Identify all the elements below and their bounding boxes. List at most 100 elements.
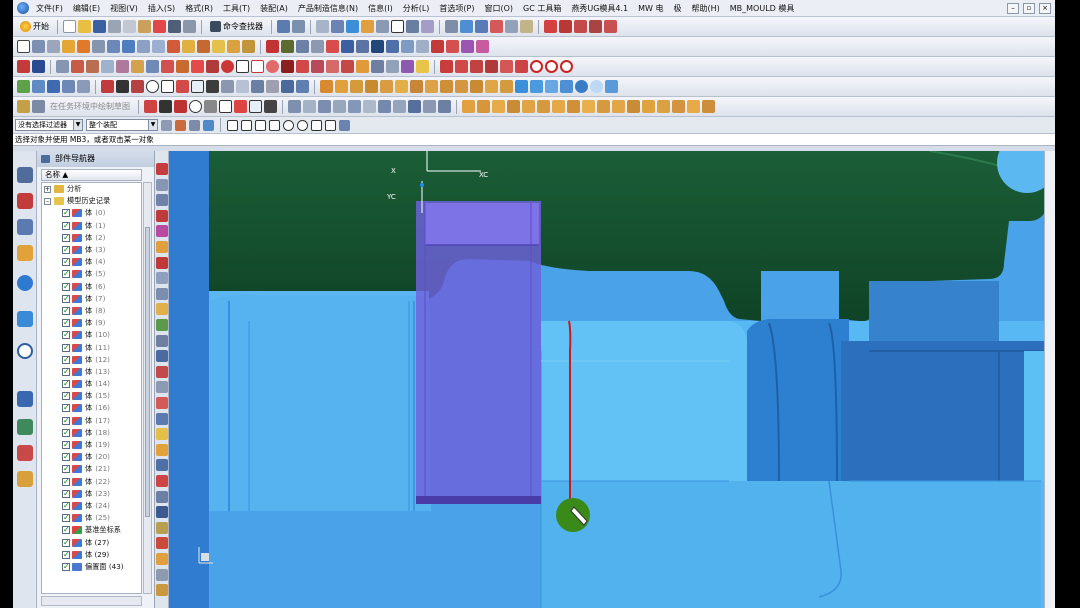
control-point-icon[interactable] (255, 119, 266, 131)
arc-icon[interactable] (62, 40, 75, 53)
line-tool-icon[interactable] (191, 60, 204, 73)
ellipse-icon[interactable] (266, 60, 279, 73)
extend-icon[interactable] (221, 80, 234, 93)
mold-tool-f-icon[interactable] (537, 100, 550, 113)
square-icon[interactable] (236, 60, 249, 73)
orient-icon[interactable] (406, 20, 419, 33)
intersection-icon[interactable] (269, 119, 280, 131)
draft-icon[interactable] (152, 40, 165, 53)
menu-pmi[interactable]: 产品制造信息(N) (293, 0, 363, 16)
auto-constrain-icon[interactable] (281, 80, 294, 93)
shrink-icon[interactable] (365, 80, 378, 93)
vertical-tool-1-icon[interactable] (156, 163, 168, 175)
visibility-checkbox[interactable] (62, 354, 70, 366)
snap-point-icon[interactable] (175, 119, 186, 131)
tree-node-body[interactable]: 体(24) (42, 500, 141, 512)
trim-icon[interactable] (167, 40, 180, 53)
tree-node-body[interactable]: 体(12) (42, 354, 141, 366)
roles-icon[interactable] (17, 419, 33, 435)
through-curves-icon[interactable] (176, 60, 189, 73)
line-icon[interactable] (47, 40, 60, 53)
menu-window[interactable]: 窗口(O) (479, 0, 518, 16)
visibility-checkbox[interactable] (62, 500, 70, 512)
electrode-icon[interactable] (515, 80, 528, 93)
assembly-icon[interactable] (475, 20, 488, 33)
tangent-icon[interactable] (378, 100, 391, 113)
vertical-tool-28-icon[interactable] (156, 584, 168, 597)
circle-icon[interactable] (221, 60, 234, 73)
grid-icon[interactable] (316, 20, 329, 33)
mold-wizard-icon[interactable] (320, 80, 333, 93)
selection-filter-select[interactable]: 没有选择过滤器 ▼ (15, 119, 83, 131)
vertical-tool-4-icon[interactable] (156, 209, 168, 222)
tree-node-body[interactable]: 体(1) (42, 220, 141, 232)
offset-curve-icon[interactable] (589, 20, 602, 33)
model-render[interactable]: XC YC X (169, 151, 1055, 608)
collapse-icon[interactable]: – (44, 197, 51, 205)
spline-icon[interactable] (574, 20, 587, 33)
vertical-tool-5-icon[interactable] (156, 225, 168, 238)
mold-tool-p-icon[interactable] (687, 100, 700, 113)
fillet-icon[interactable] (176, 80, 189, 93)
tree-node-body[interactable]: 体(7) (42, 293, 141, 305)
dimension-icon[interactable] (62, 80, 75, 93)
part-navigator-icon[interactable] (17, 219, 33, 235)
sketch-line-icon[interactable] (116, 80, 129, 93)
menu-info[interactable]: 信息(I) (363, 0, 398, 16)
profile2-icon[interactable] (144, 100, 157, 113)
menu-tools[interactable]: 工具(T) (218, 0, 255, 16)
mold-tool-h-icon[interactable] (567, 100, 580, 113)
plus2-icon[interactable] (249, 100, 262, 113)
mold-tool-o-icon[interactable] (672, 100, 685, 113)
clock-icon[interactable] (17, 343, 33, 359)
workpiece-icon[interactable] (380, 80, 393, 93)
shell-icon[interactable] (137, 40, 150, 53)
menu-edit[interactable]: 编辑(E) (68, 0, 105, 16)
select-all-icon[interactable] (161, 119, 172, 131)
target-circle3-icon[interactable] (560, 60, 573, 73)
assembly-scope-select[interactable]: 整个装配 ▼ (86, 119, 158, 131)
moldbase-icon[interactable] (440, 80, 453, 93)
vertical-tool-15-icon[interactable] (156, 381, 168, 394)
join-curve-icon[interactable] (356, 60, 369, 73)
vertical-tool-25-icon[interactable] (156, 537, 168, 550)
resize-icon[interactable] (131, 60, 144, 73)
polygon-icon[interactable] (251, 60, 264, 73)
start-button[interactable]: 开始 (17, 21, 52, 32)
snap-icon[interactable] (311, 40, 324, 53)
standard-part-icon[interactable] (455, 80, 468, 93)
visibility-checkbox[interactable] (62, 378, 70, 390)
visibility-checkbox[interactable] (62, 293, 70, 305)
menu-format[interactable]: 格式(R) (180, 0, 218, 16)
vertical-tool-7-icon[interactable] (156, 256, 168, 269)
corner-icon[interactable] (515, 60, 528, 73)
rect2-icon[interactable] (219, 100, 232, 113)
dash-line-icon[interactable] (455, 60, 468, 73)
core-block[interactable] (209, 294, 431, 511)
sweep-icon[interactable] (146, 60, 159, 73)
visibility-checkbox[interactable] (62, 268, 70, 280)
paste-icon[interactable] (138, 20, 151, 33)
rectangle-icon[interactable] (17, 40, 30, 53)
extrude2-icon[interactable] (288, 100, 301, 113)
visibility-checkbox[interactable] (62, 415, 70, 427)
chamfer-icon[interactable] (107, 40, 120, 53)
vertical-tool-23-icon[interactable] (156, 506, 168, 519)
fit-icon[interactable] (292, 20, 305, 33)
redo-icon[interactable] (183, 20, 196, 33)
visibility-checkbox[interactable] (62, 402, 70, 414)
mold-tool-k-icon[interactable] (612, 100, 625, 113)
mold-tool-n-icon[interactable] (657, 100, 670, 113)
cross-icon[interactable] (371, 40, 384, 53)
reuse-library-icon[interactable] (17, 245, 33, 261)
point-on-face-icon[interactable] (339, 119, 350, 131)
dome-icon[interactable] (590, 80, 603, 93)
visibility-checkbox[interactable] (62, 524, 70, 536)
vertical-tool-16-icon[interactable] (156, 397, 168, 409)
mold-csys-icon[interactable] (350, 80, 363, 93)
profile-icon[interactable] (101, 80, 114, 93)
ruler-icon[interactable] (520, 20, 533, 33)
assembly-navigator-icon[interactable] (17, 167, 33, 183)
visibility-checkbox[interactable] (62, 281, 70, 293)
select-box-icon[interactable] (189, 119, 200, 131)
